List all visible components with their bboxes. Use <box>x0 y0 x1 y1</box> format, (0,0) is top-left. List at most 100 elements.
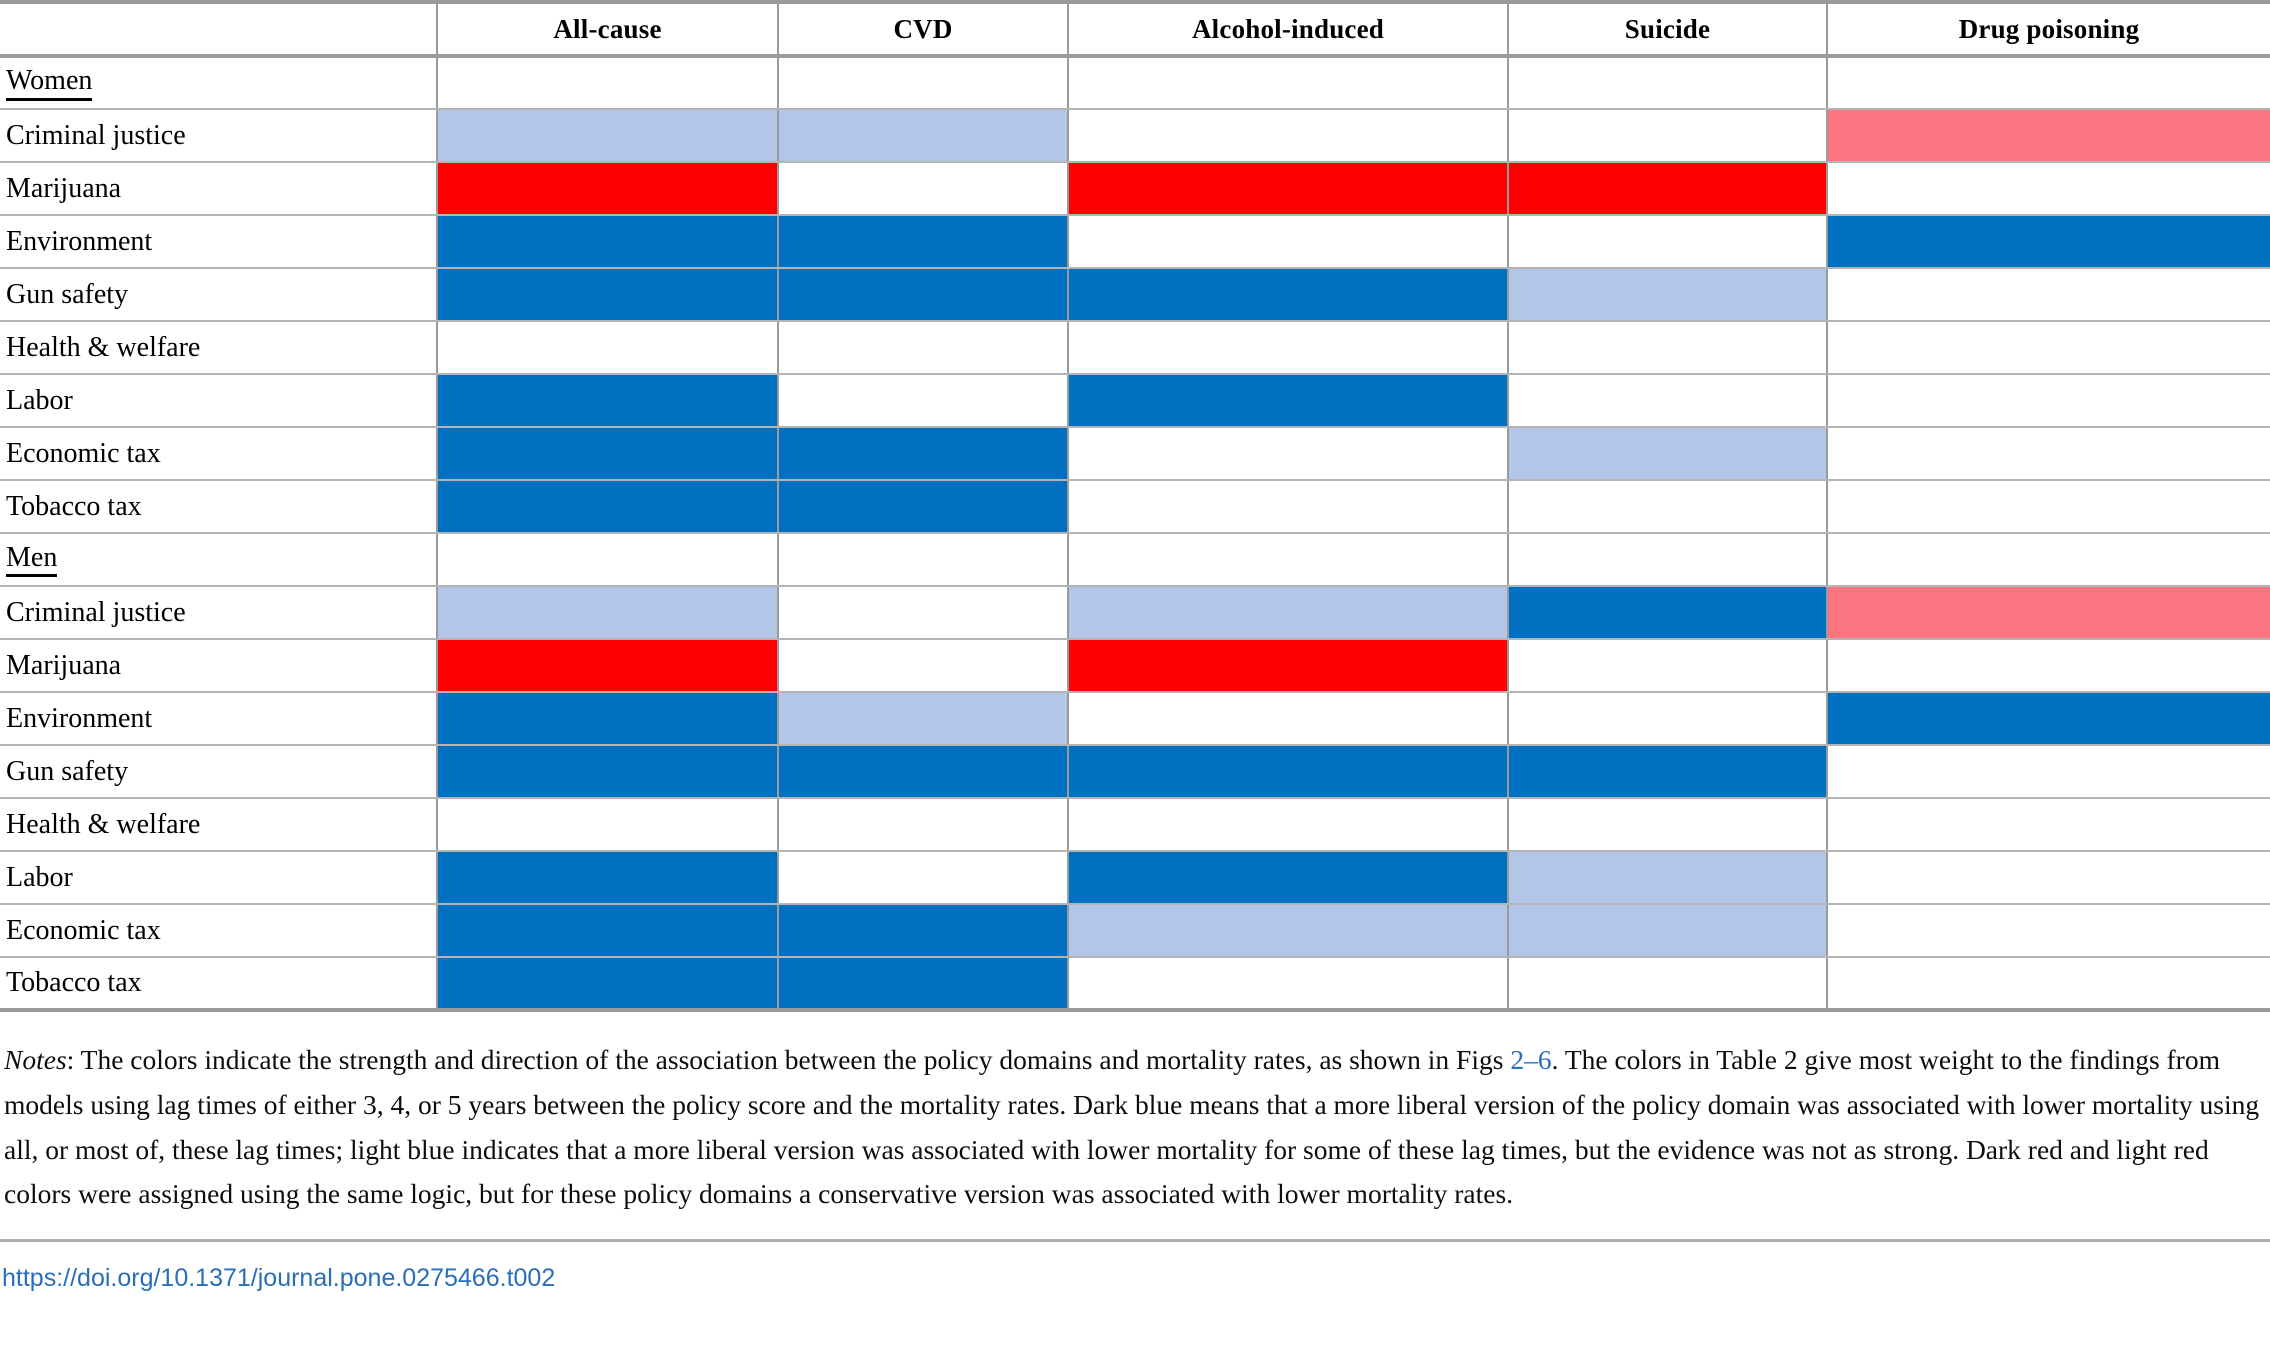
row-label-cell: Marijuana <box>0 638 438 693</box>
matrix-cell <box>1067 108 1509 163</box>
matrix-cell <box>1067 797 1509 852</box>
matrix-cell <box>777 479 1069 534</box>
row-label-cell: Environment <box>0 691 438 746</box>
matrix-cell <box>1507 267 1828 322</box>
table-row: Economic tax <box>0 903 2270 958</box>
table-row: Gun safety <box>0 744 2270 799</box>
matrix-cell <box>1826 691 2270 746</box>
matrix-cell <box>777 744 1069 799</box>
matrix-cell <box>1826 108 2270 163</box>
matrix-cell <box>1826 373 2270 428</box>
matrix-cell <box>1826 956 2270 1012</box>
table-row: Tobacco tax <box>0 479 2270 534</box>
table-row: Criminal justice <box>0 108 2270 163</box>
matrix-cell <box>436 426 779 481</box>
table-section-row: Women <box>0 55 2270 110</box>
table-body: Women Criminal justice Marijuana Environmen… <box>0 55 2270 1012</box>
table-row: Marijuana <box>0 161 2270 216</box>
matrix-cell <box>1826 214 2270 269</box>
table-row: Criminal justice <box>0 585 2270 640</box>
matrix-cell <box>436 744 779 799</box>
matrix-cell <box>1507 744 1828 799</box>
row-label-cell: Labor <box>0 850 438 905</box>
notes-lead-label: Notes <box>4 1044 67 1075</box>
matrix-cell <box>777 320 1069 375</box>
row-label-cell: Gun safety <box>0 744 438 799</box>
row-label-cell: Marijuana <box>0 161 438 216</box>
matrix-cell <box>1826 161 2270 216</box>
matrix-cell <box>777 903 1069 958</box>
matrix-cell <box>436 691 779 746</box>
matrix-cell <box>777 638 1069 693</box>
matrix-cell <box>436 479 779 534</box>
row-label-cell: Environment <box>0 214 438 269</box>
row-label-cell: Women <box>0 55 438 110</box>
table-row: Health & welfare <box>0 797 2270 852</box>
section-heading-label: Men <box>6 542 58 578</box>
table-row: Economic tax <box>0 426 2270 481</box>
matrix-cell <box>1067 426 1509 481</box>
matrix-cell <box>1507 903 1828 958</box>
matrix-cell <box>777 585 1069 640</box>
matrix-cell <box>1507 585 1828 640</box>
matrix-cell <box>1507 691 1828 746</box>
matrix-cell <box>436 267 779 322</box>
matrix-cell <box>1507 373 1828 428</box>
row-label-cell: Criminal justice <box>0 108 438 163</box>
row-label-cell: Tobacco tax <box>0 956 438 1012</box>
notes-paragraph: Notes: The colors indicate the strength … <box>0 1038 2270 1217</box>
matrix-cell <box>777 532 1069 587</box>
matrix-cell <box>1067 55 1509 110</box>
table-row: Environment <box>0 691 2270 746</box>
matrix-cell <box>1507 214 1828 269</box>
matrix-cell <box>1507 797 1828 852</box>
figs-2-6-link[interactable]: 2–6 <box>1510 1044 1551 1075</box>
matrix-cell <box>436 214 779 269</box>
row-label-cell: Criminal justice <box>0 585 438 640</box>
policy-mortality-matrix-table: All-cause CVD Alcohol-induced Suicide Dr… <box>0 0 2270 1012</box>
column-header-suicide: Suicide <box>1507 0 1828 58</box>
matrix-cell <box>1067 532 1509 587</box>
matrix-cell <box>777 108 1069 163</box>
matrix-cell <box>436 956 779 1012</box>
doi-link[interactable]: https://doi.org/10.1371/journal.pone.027… <box>0 1264 555 1293</box>
matrix-cell <box>1826 638 2270 693</box>
column-header-alcohol-induced: Alcohol-induced <box>1067 0 1509 58</box>
matrix-cell <box>1507 638 1828 693</box>
matrix-cell <box>1507 426 1828 481</box>
row-label-cell: Health & welfare <box>0 797 438 852</box>
matrix-cell <box>777 956 1069 1012</box>
matrix-cell <box>777 797 1069 852</box>
matrix-cell <box>1826 320 2270 375</box>
matrix-cell <box>777 850 1069 905</box>
matrix-cell <box>1067 479 1509 534</box>
column-header-all-cause: All-cause <box>436 0 779 58</box>
matrix-cell <box>1067 267 1509 322</box>
matrix-cell <box>1507 956 1828 1012</box>
matrix-cell <box>1507 108 1828 163</box>
column-header-cvd: CVD <box>777 0 1069 58</box>
matrix-cell <box>1067 161 1509 216</box>
table-header-row: All-cause CVD Alcohol-induced Suicide Dr… <box>0 0 2270 58</box>
table-row: Health & welfare <box>0 320 2270 375</box>
matrix-cell <box>436 55 779 110</box>
matrix-cell <box>1826 850 2270 905</box>
row-label-cell: Men <box>0 532 438 587</box>
matrix-cell <box>436 373 779 428</box>
table-row: Environment <box>0 214 2270 269</box>
matrix-cell <box>1067 214 1509 269</box>
row-label-cell: Economic tax <box>0 426 438 481</box>
column-header-drug-poisoning: Drug poisoning <box>1826 0 2270 58</box>
row-label-cell: Health & welfare <box>0 320 438 375</box>
table-row: Labor <box>0 373 2270 428</box>
matrix-cell <box>1826 585 2270 640</box>
matrix-cell <box>777 267 1069 322</box>
matrix-cell <box>777 691 1069 746</box>
row-label-cell: Economic tax <box>0 903 438 958</box>
matrix-cell <box>436 532 779 587</box>
matrix-cell <box>1507 55 1828 110</box>
section-heading-label: Women <box>6 66 93 101</box>
matrix-cell <box>1067 744 1509 799</box>
matrix-cell <box>1826 267 2270 322</box>
matrix-cell <box>436 850 779 905</box>
